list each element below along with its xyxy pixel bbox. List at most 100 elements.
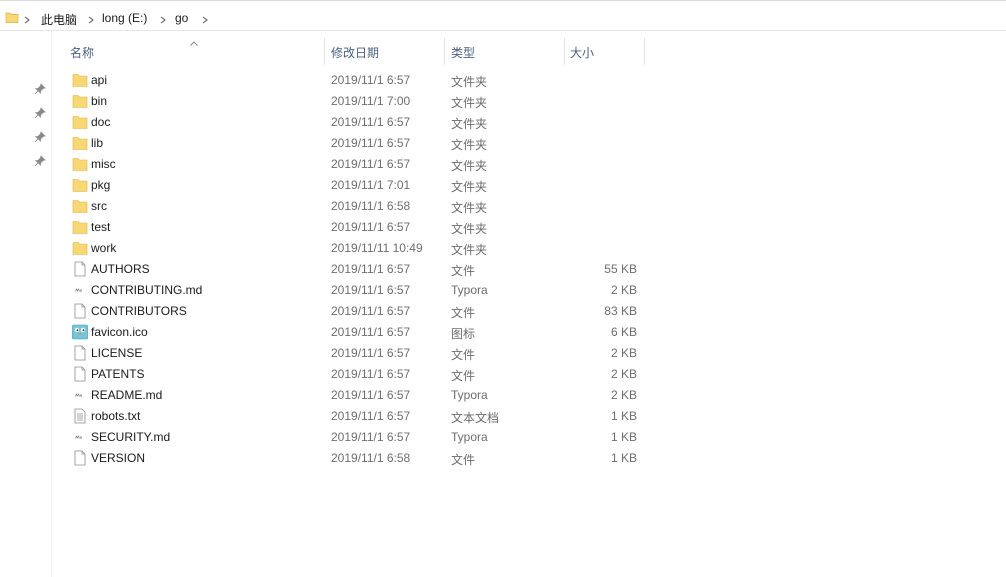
file-name: VERSION: [91, 451, 146, 465]
file-type: 图标: [451, 327, 476, 341]
file-row[interactable]: robots.txt 2019/11/1 6:57 文本文档 1 KB: [0, 406, 1006, 427]
file-name: favicon.ico: [91, 325, 148, 339]
file-size: 1 KB: [610, 430, 637, 444]
folder-icon: [5, 10, 19, 27]
folder-icon: [72, 240, 88, 256]
file-name: AUTHORS: [91, 262, 150, 276]
file-row[interactable]: README.md 2019/11/1 6:57 Typora 2 KB: [0, 385, 1006, 406]
file-size: 2 KB: [610, 367, 637, 381]
file-row[interactable]: pkg 2019/11/1 7:01 文件夹: [0, 175, 1006, 196]
file-icon: [72, 303, 88, 319]
file-date: 2019/11/1 6:57: [331, 346, 411, 360]
file-date: 2019/11/1 6:57: [331, 367, 411, 381]
file-icon: [72, 345, 88, 361]
file-date: 2019/11/1 6:58: [331, 199, 411, 213]
gopher-icon: [72, 324, 88, 340]
file-name: PATENTS: [91, 367, 145, 381]
file-row[interactable]: api 2019/11/1 6:57 文件夹: [0, 70, 1006, 91]
file-date: 2019/11/1 7:01: [331, 178, 411, 192]
sort-ascending-icon: [190, 35, 198, 49]
file-name: README.md: [91, 388, 163, 402]
file-row[interactable]: work 2019/11/11 10:49 文件夹: [0, 238, 1006, 259]
file-date: 2019/11/1 6:57: [331, 304, 411, 318]
file-name: robots.txt: [91, 409, 141, 423]
file-row[interactable]: bin 2019/11/1 7:00 文件夹: [0, 91, 1006, 112]
markdown-file-icon: [72, 429, 88, 445]
file-size: 2 KB: [610, 346, 637, 360]
folder-icon: [72, 156, 88, 172]
file-name: misc: [91, 157, 116, 171]
file-type: 文件夹: [451, 138, 488, 152]
file-date: 2019/11/1 6:57: [331, 325, 411, 339]
chevron-right-icon[interactable]: [88, 13, 94, 27]
folder-icon: [72, 198, 88, 214]
file-size: 55 KB: [604, 262, 637, 276]
folder-icon: [72, 219, 88, 235]
file-row[interactable]: doc 2019/11/1 6:57 文件夹: [0, 112, 1006, 133]
file-size: 2 KB: [610, 388, 637, 402]
file-row[interactable]: CONTRIBUTING.md 2019/11/1 6:57 Typora 2 KB: [0, 280, 1006, 301]
file-row[interactable]: misc 2019/11/1 6:57 文件夹: [0, 154, 1006, 175]
file-name: doc: [91, 115, 111, 129]
column-divider[interactable]: [564, 38, 565, 65]
file-date: 2019/11/1 6:57: [331, 136, 411, 150]
file-date: 2019/11/1 6:57: [331, 430, 411, 444]
column-divider[interactable]: [644, 38, 645, 65]
file-row[interactable]: PATENTS 2019/11/1 6:57 文件 2 KB: [0, 364, 1006, 385]
file-date: 2019/11/1 7:00: [331, 94, 411, 108]
file-row[interactable]: VERSION 2019/11/1 6:58 文件 1 KB: [0, 448, 1006, 469]
column-divider[interactable]: [324, 38, 325, 65]
file-type: 文件: [451, 348, 476, 362]
chevron-right-icon[interactable]: [160, 13, 166, 27]
folder-icon: [72, 114, 88, 130]
file-name: bin: [91, 94, 108, 108]
folder-icon: [72, 72, 88, 88]
file-row[interactable]: favicon.ico 2019/11/1 6:57 图标 6 KB: [0, 322, 1006, 343]
file-name: LICENSE: [91, 346, 143, 360]
file-icon: [72, 450, 88, 466]
file-size: 6 KB: [610, 325, 637, 339]
breadcrumb-item-drive[interactable]: long (E:): [102, 11, 147, 25]
file-date: 2019/11/11 10:49: [331, 241, 423, 255]
file-date: 2019/11/1 6:57: [331, 73, 411, 87]
breadcrumb-item-this-pc[interactable]: 此电脑: [41, 11, 77, 28]
file-name: api: [91, 73, 108, 87]
markdown-file-icon: [72, 387, 88, 403]
file-row[interactable]: src 2019/11/1 6:58 文件夹: [0, 196, 1006, 217]
column-divider[interactable]: [444, 38, 445, 65]
chevron-right-icon[interactable]: [24, 13, 30, 27]
file-size: 83 KB: [604, 304, 637, 318]
file-date: 2019/11/1 6:57: [331, 409, 411, 423]
column-header-type[interactable]: 类型: [451, 44, 475, 61]
file-type: 文件夹: [451, 159, 488, 173]
column-header-size[interactable]: 大小: [570, 44, 594, 61]
file-row[interactable]: test 2019/11/1 6:57 文件夹: [0, 217, 1006, 238]
file-row[interactable]: SECURITY.md 2019/11/1 6:57 Typora 1 KB: [0, 427, 1006, 448]
file-row[interactable]: AUTHORS 2019/11/1 6:57 文件 55 KB: [0, 259, 1006, 280]
chevron-right-icon[interactable]: [202, 13, 208, 27]
file-name: CONTRIBUTORS: [91, 304, 187, 318]
file-type: 文件夹: [451, 201, 488, 215]
file-type: Typora: [451, 430, 488, 444]
file-date: 2019/11/1 6:57: [331, 388, 411, 402]
file-name: work: [91, 241, 117, 255]
file-size: 1 KB: [610, 451, 637, 465]
address-bar[interactable]: 此电脑 long (E:) go: [0, 0, 1006, 31]
file-type: Typora: [451, 388, 488, 402]
folder-icon: [72, 93, 88, 109]
folder-icon: [72, 177, 88, 193]
file-row[interactable]: LICENSE 2019/11/1 6:57 文件 2 KB: [0, 343, 1006, 364]
file-name: test: [91, 220, 111, 234]
file-row[interactable]: lib 2019/11/1 6:57 文件夹: [0, 133, 1006, 154]
file-date: 2019/11/1 6:57: [331, 115, 411, 129]
file-type: 文件夹: [451, 75, 488, 89]
file-name: SECURITY.md: [91, 430, 171, 444]
breadcrumb-item-go[interactable]: go: [175, 11, 188, 25]
file-name: src: [91, 199, 107, 213]
file-type: 文件夹: [451, 243, 488, 257]
file-icon: [72, 366, 88, 382]
file-type: 文件夹: [451, 222, 488, 236]
file-row[interactable]: CONTRIBUTORS 2019/11/1 6:57 文件 83 KB: [0, 301, 1006, 322]
column-header-name[interactable]: 名称: [70, 44, 94, 61]
column-header-date[interactable]: 修改日期: [331, 44, 379, 61]
